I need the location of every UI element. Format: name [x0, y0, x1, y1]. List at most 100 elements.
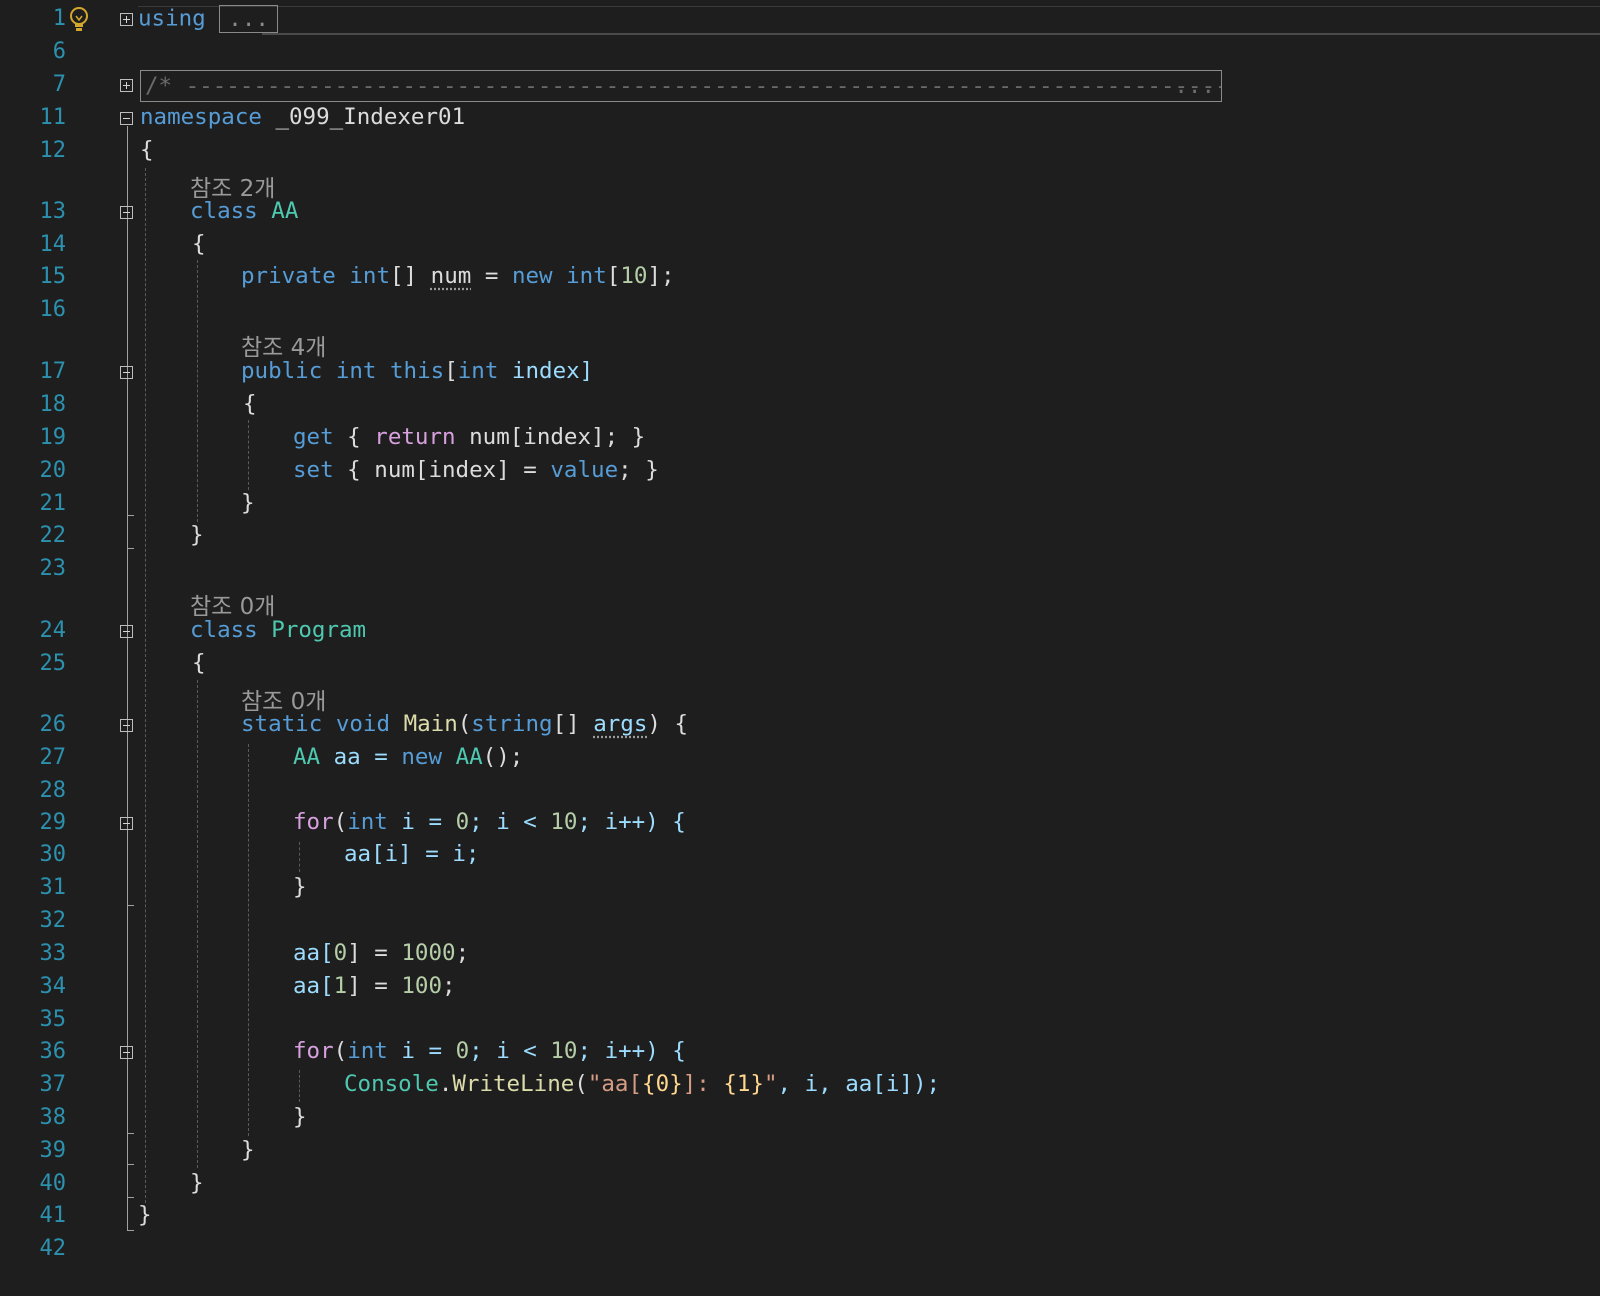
code-line[interactable]: 38 } — [0, 1103, 1600, 1136]
code-line[interactable]: 41 } — [0, 1201, 1600, 1234]
code-line[interactable]: 6 — [0, 37, 1600, 70]
code-line[interactable]: 42 — [0, 1234, 1600, 1267]
punct: ( — [457, 711, 472, 737]
code-line[interactable]: 13 class AA — [0, 197, 1600, 230]
code-line[interactable]: 25 { — [0, 649, 1600, 682]
code-line[interactable]: 17 public int this[int index] — [0, 357, 1600, 390]
collapse-icon[interactable] — [120, 112, 133, 125]
line-number: 22 — [39, 523, 67, 548]
keyword: int — [335, 358, 377, 384]
code-line[interactable]: 32 — [0, 906, 1600, 939]
collapse-icon[interactable] — [120, 206, 133, 219]
keyword: class — [190, 617, 258, 643]
code-line[interactable]: 23 — [0, 554, 1600, 587]
punct: ; — [442, 973, 456, 999]
punct: ; } — [618, 457, 659, 483]
collapse-icon[interactable] — [120, 719, 133, 732]
code-line[interactable]: 39 } — [0, 1136, 1600, 1169]
punct: [ — [444, 358, 458, 384]
code-line[interactable]: 19 get { return num[index]; } — [0, 423, 1600, 456]
line-number: 34 — [39, 974, 67, 999]
keyword: int — [566, 263, 607, 289]
code-line[interactable]: 22 } — [0, 521, 1600, 554]
code-line[interactable]: 12 { — [0, 136, 1600, 169]
keyword: for — [293, 809, 334, 835]
code-line[interactable]: 21 } — [0, 489, 1600, 522]
brace: { — [243, 391, 257, 417]
line-number: 29 — [39, 810, 67, 835]
code-line[interactable]: 26 static void Main(string[] args) { — [0, 710, 1600, 743]
namespace-name: _099_Indexer01 — [275, 104, 466, 130]
lightbulb-icon[interactable] — [66, 6, 92, 40]
line-number: 19 — [39, 425, 67, 450]
code-line[interactable]: 40 } — [0, 1169, 1600, 1202]
line-number: 7 — [52, 72, 66, 97]
code-line[interactable]: 11 namespace _099_Indexer01 — [0, 103, 1600, 136]
brace: } — [293, 1104, 307, 1130]
identifier: aa[ — [293, 973, 334, 999]
number: 10 — [550, 809, 578, 835]
collapse-icon[interactable] — [120, 366, 133, 379]
code-line[interactable]: 14 { — [0, 230, 1600, 263]
code-line[interactable]: 31 } — [0, 873, 1600, 906]
line-number: 38 — [39, 1105, 67, 1130]
collapse-icon[interactable] — [120, 817, 133, 830]
keyword: int — [347, 809, 388, 835]
code-line[interactable]: 7 /* -----------------------------------… — [0, 70, 1600, 103]
expression: ; i++) { — [577, 809, 686, 835]
statement: aa[i] = i; — [344, 841, 480, 867]
collapsed-region[interactable]: ... — [219, 5, 278, 33]
arguments: , i, aa[i]); — [777, 1071, 941, 1097]
code-line[interactable]: 18 { — [0, 390, 1600, 423]
punct: (); — [482, 744, 524, 770]
code-line[interactable]: 20 set { num[index] = value; } — [0, 456, 1600, 489]
class-name: Program — [271, 617, 367, 643]
expression: num[index]; } — [455, 424, 646, 450]
number: 0 — [333, 940, 348, 966]
brace: { — [140, 137, 154, 163]
code-line[interactable]: 34 aa[1] = 100; — [0, 972, 1600, 1005]
code-line[interactable]: 15 private int[] num = new int[10]; — [0, 262, 1600, 295]
collapse-icon[interactable] — [120, 1046, 133, 1059]
operator: ] = — [347, 973, 402, 999]
expression: i = — [387, 809, 456, 835]
operator: ] = — [347, 940, 402, 966]
collapse-icon[interactable] — [120, 625, 133, 638]
code-line[interactable]: 27 AA aa = new AA(); — [0, 743, 1600, 776]
number: 0 — [455, 1038, 470, 1064]
code-line[interactable]: 28 — [0, 776, 1600, 809]
code-line[interactable]: 24 class Program — [0, 616, 1600, 649]
code-line[interactable]: 37 Console.WriteLine("aa[{0}]: {1}", i, … — [0, 1070, 1600, 1103]
punct: ( — [574, 1071, 588, 1097]
code-line[interactable]: 29 for(int i = 0; i < 10; i++) { — [0, 808, 1600, 841]
punct: [] — [390, 263, 431, 289]
line-number: 27 — [39, 745, 67, 770]
string: ]: — [682, 1071, 724, 1097]
number: 0 — [455, 809, 470, 835]
keyword: new — [401, 744, 443, 770]
expression: ; i < — [469, 809, 551, 835]
code-line[interactable]: 16 — [0, 295, 1600, 328]
code-line[interactable]: 35 — [0, 1005, 1600, 1038]
brace: } — [241, 490, 255, 516]
punct: ( — [333, 1038, 348, 1064]
keyword: int — [457, 358, 499, 384]
collapsed-comment[interactable]: /* -------------------------------------… — [140, 70, 1222, 102]
code-editor[interactable]: 1 using ... 6 7 /* ---------------------… — [0, 0, 1600, 1296]
line-number: 37 — [39, 1072, 67, 1097]
code-line[interactable]: 1 using ... — [0, 4, 1600, 37]
code-line[interactable]: 36 for(int i = 0; i < 10; i++) { — [0, 1037, 1600, 1070]
code-line[interactable]: 30 aa[i] = i; — [0, 840, 1600, 873]
expand-icon[interactable] — [120, 13, 133, 26]
code-line[interactable]: 33 aa[0] = 1000; — [0, 939, 1600, 972]
expand-icon[interactable] — [120, 79, 133, 92]
keyword: this — [390, 358, 445, 384]
line-number: 13 — [39, 199, 67, 224]
keyword: void — [335, 711, 391, 737]
number: 10 — [620, 263, 648, 289]
codelens-line: 참조 0개 — [0, 585, 1600, 620]
brace: } — [241, 1137, 255, 1163]
line-number: 12 — [39, 138, 67, 163]
codelens-line: 참조 2개 — [0, 167, 1600, 202]
line-number: 33 — [39, 941, 67, 966]
